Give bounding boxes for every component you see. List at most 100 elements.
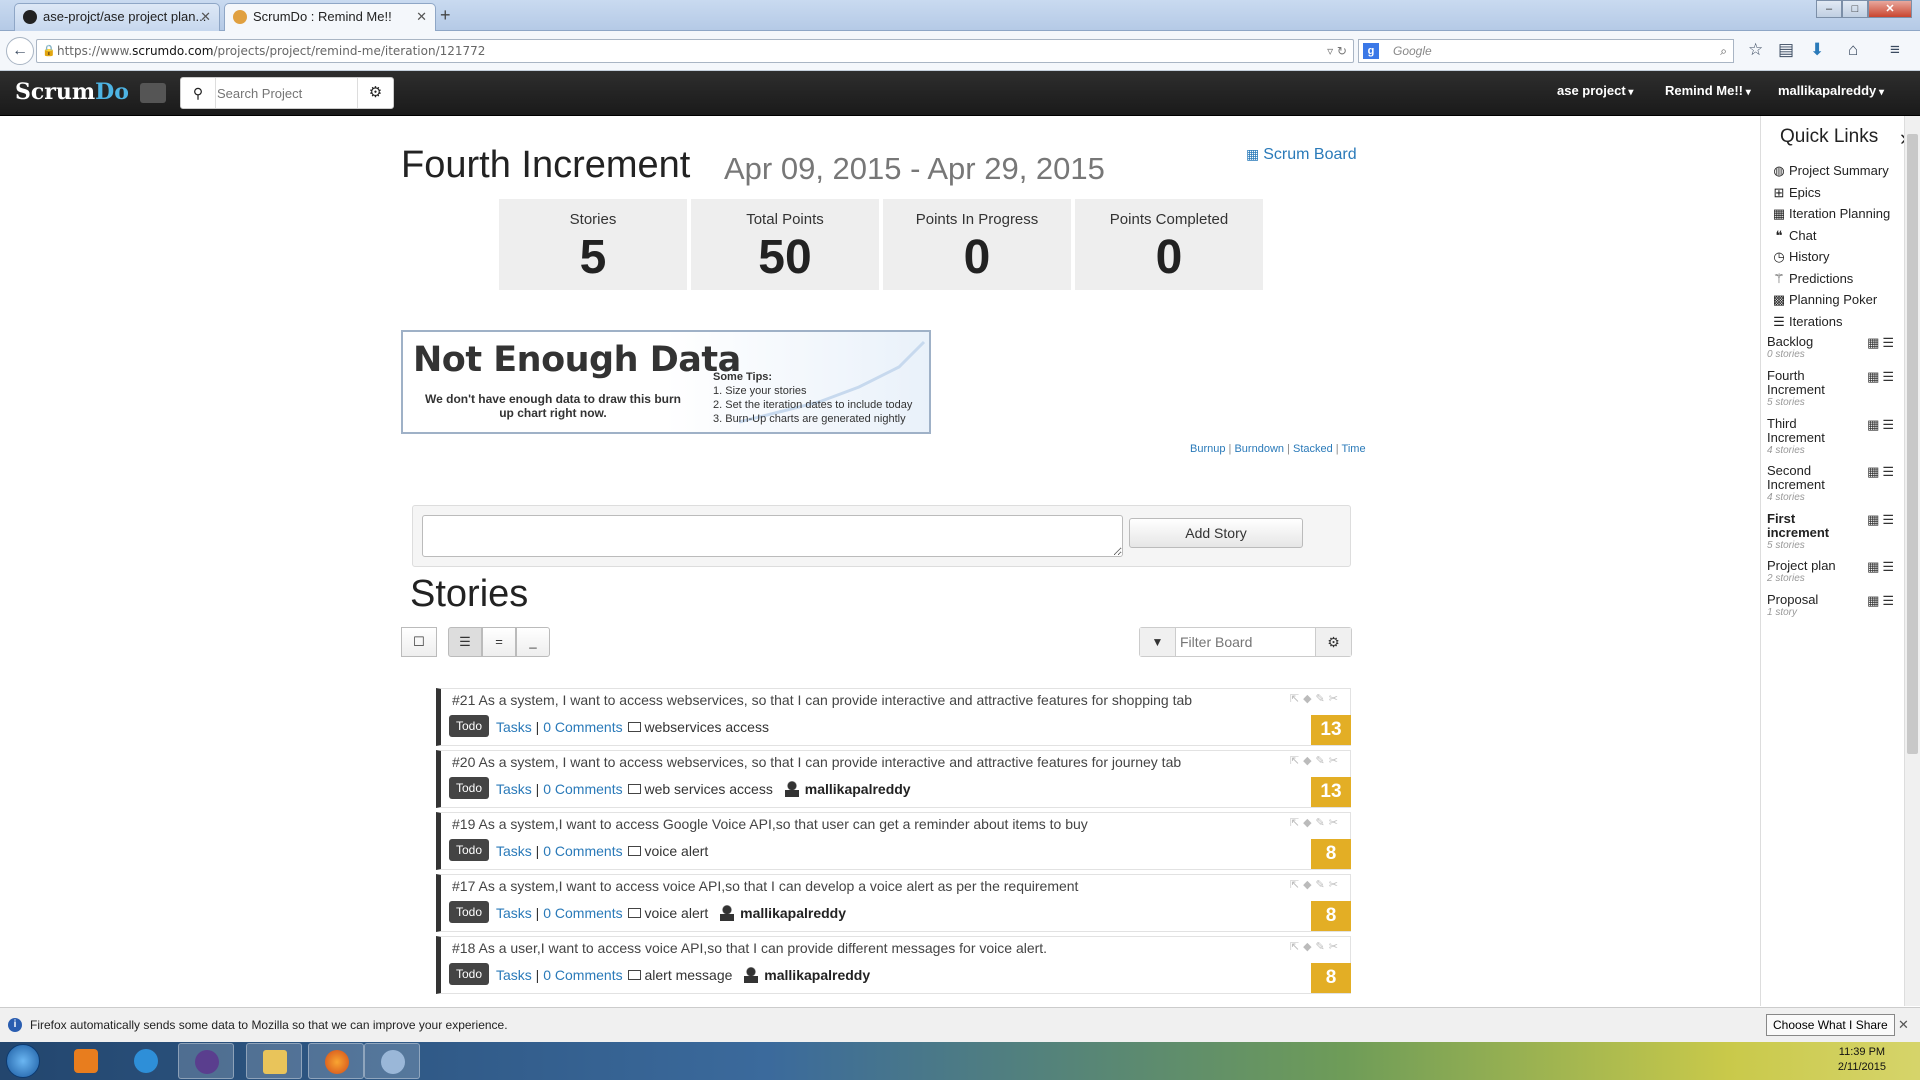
home-icon[interactable]: ⌂ bbox=[1848, 40, 1858, 60]
scrumdo-logo[interactable]: ScrumDo bbox=[15, 79, 129, 105]
stacked-link[interactable]: Stacked bbox=[1293, 443, 1333, 455]
quick-link-iterations[interactable]: ☰ Iterations bbox=[1771, 314, 1842, 330]
chat-icon[interactable] bbox=[140, 83, 166, 103]
story-summary[interactable]: #21 As a system, I want to access webser… bbox=[452, 692, 1192, 708]
quick-link-planning-poker[interactable]: ▩ Planning Poker bbox=[1771, 292, 1877, 308]
choose-what-i-share-button[interactable]: Choose What I Share bbox=[1766, 1014, 1895, 1036]
web-search-box[interactable]: g Google ⌕ bbox=[1358, 39, 1734, 63]
board-list-icons[interactable]: ▦☰ bbox=[1867, 369, 1897, 385]
iteration-name[interactable]: Project plan bbox=[1767, 559, 1857, 573]
back-button[interactable]: ← bbox=[6, 37, 34, 65]
iteration-item-third-increment[interactable]: Third Increment 4 stories ▦☰ bbox=[1767, 417, 1901, 457]
add-story-button[interactable]: Add Story bbox=[1129, 518, 1303, 548]
new-tab-button[interactable]: + bbox=[440, 5, 451, 26]
iteration-item-first-increment[interactable]: First increment 5 stories ▦☰ bbox=[1767, 512, 1901, 552]
minimize-icon[interactable]: – bbox=[1816, 0, 1842, 18]
taskbar-clock[interactable]: 11:39 PM 2/11/2015 bbox=[1838, 1045, 1886, 1075]
project-menu[interactable]: ase project bbox=[1557, 83, 1633, 98]
iteration-name[interactable]: Proposal bbox=[1767, 593, 1857, 607]
tasks-link[interactable]: Tasks bbox=[496, 781, 532, 797]
user-menu[interactable]: mallikapalreddy bbox=[1778, 83, 1884, 98]
status-badge[interactable]: Todo bbox=[449, 839, 490, 861]
maximize-icon[interactable]: □ bbox=[1842, 0, 1868, 18]
story-action-icons[interactable]: ⇱◆✎✂ bbox=[1290, 692, 1342, 705]
story-summary[interactable]: #20 As a system, I want to access webser… bbox=[452, 754, 1181, 770]
story-action-icons[interactable]: ⇱◆✎✂ bbox=[1290, 754, 1342, 767]
board-list-icons[interactable]: ▦☰ bbox=[1867, 559, 1897, 575]
status-badge[interactable]: Todo bbox=[449, 777, 490, 799]
project-search-input[interactable] bbox=[217, 81, 351, 105]
quick-link-iteration-planning[interactable]: ▦ Iteration Planning bbox=[1771, 206, 1890, 222]
story-card[interactable]: #17 As a system,I want to access voice A… bbox=[436, 874, 1351, 932]
comments-link[interactable]: 0 Comments bbox=[543, 719, 622, 735]
search-icon[interactable]: ⚲ bbox=[181, 78, 216, 108]
iteration-menu[interactable]: Remind Me!! bbox=[1665, 83, 1751, 98]
list-view-button[interactable]: _ bbox=[516, 627, 550, 657]
status-badge[interactable]: Todo bbox=[449, 715, 490, 737]
tasks-link[interactable]: Tasks bbox=[496, 843, 532, 859]
menu-icon[interactable]: ≡ bbox=[1890, 40, 1900, 60]
taskbar-media-player[interactable] bbox=[58, 1043, 114, 1079]
taskbar-internet-explorer[interactable] bbox=[118, 1043, 174, 1079]
tasks-link[interactable]: Tasks bbox=[496, 967, 532, 983]
story-input[interactable] bbox=[422, 515, 1123, 557]
iteration-item-backlog[interactable]: Backlog 0 stories ▦☰ bbox=[1767, 335, 1901, 361]
taskbar-explorer[interactable] bbox=[246, 1043, 302, 1079]
compact-view-button[interactable]: = bbox=[482, 627, 516, 657]
status-badge[interactable]: Todo bbox=[449, 963, 490, 985]
search-icon[interactable]: ⌕ bbox=[1720, 40, 1727, 62]
iteration-name[interactable]: Second Increment bbox=[1767, 464, 1857, 492]
board-list-icons[interactable]: ▦☰ bbox=[1867, 335, 1897, 351]
board-list-icons[interactable]: ▦☰ bbox=[1867, 464, 1897, 480]
board-list-icons[interactable]: ▦☰ bbox=[1867, 512, 1897, 528]
quick-link-history[interactable]: ◷ History bbox=[1771, 249, 1829, 265]
browser-tab-github[interactable]: ase-projct/ase project plan... ✕ bbox=[14, 3, 220, 31]
tasks-link[interactable]: Tasks bbox=[496, 719, 532, 735]
quick-link-project-summary[interactable]: ◍ Project Summary bbox=[1771, 163, 1888, 179]
story-summary[interactable]: #19 As a system,I want to access Google … bbox=[452, 816, 1088, 832]
story-summary[interactable]: #18 As a user,I want to access voice API… bbox=[452, 940, 1047, 956]
quick-link-epics[interactable]: ⊞ Epics bbox=[1771, 185, 1821, 201]
select-all-checkbox[interactable]: ☐ bbox=[401, 627, 437, 657]
close-tab-icon[interactable]: ✕ bbox=[200, 4, 211, 30]
comments-link[interactable]: 0 Comments bbox=[543, 781, 622, 797]
burnup-link[interactable]: Burnup bbox=[1190, 443, 1225, 455]
iteration-item-project-plan[interactable]: Project plan 2 stories ▦☰ bbox=[1767, 559, 1901, 585]
iteration-name[interactable]: First increment bbox=[1767, 512, 1857, 540]
story-card[interactable]: #20 As a system, I want to access webser… bbox=[436, 750, 1351, 808]
burndown-link[interactable]: Burndown bbox=[1234, 443, 1284, 455]
bookmark-star-icon[interactable]: ☆ bbox=[1748, 40, 1763, 60]
quick-link-predictions[interactable]: ⚚ Predictions bbox=[1771, 271, 1853, 287]
filter-board-input[interactable] bbox=[1180, 632, 1310, 652]
detail-view-button[interactable]: ☰ bbox=[448, 627, 482, 657]
gear-icon[interactable]: ⚙ bbox=[1315, 628, 1351, 656]
quick-link-chat[interactable]: ❝ Chat bbox=[1771, 228, 1817, 244]
story-action-icons[interactable]: ⇱◆✎✂ bbox=[1290, 878, 1342, 891]
board-list-icons[interactable]: ▦☰ bbox=[1867, 593, 1897, 609]
iteration-name[interactable]: Backlog bbox=[1767, 335, 1857, 349]
gear-icon[interactable]: ⚙ bbox=[357, 78, 393, 108]
close-icon[interactable]: ✕ bbox=[1898, 1017, 1909, 1033]
taskbar-github[interactable] bbox=[178, 1043, 234, 1079]
board-list-icons[interactable]: ▦☰ bbox=[1867, 417, 1897, 433]
iteration-name[interactable]: Fourth Increment bbox=[1767, 369, 1857, 397]
taskbar-firefox[interactable] bbox=[308, 1043, 364, 1079]
comments-link[interactable]: 0 Comments bbox=[543, 905, 622, 921]
story-action-icons[interactable]: ⇱◆✎✂ bbox=[1290, 940, 1342, 953]
filter-icon[interactable]: ▼ bbox=[1140, 628, 1176, 656]
iteration-item-proposal[interactable]: Proposal 1 story ▦☰ bbox=[1767, 593, 1901, 619]
browser-tab-scrumdo[interactable]: ScrumDo : Remind Me!! ✕ bbox=[224, 3, 436, 31]
iteration-item-fourth-increment[interactable]: Fourth Increment 5 stories ▦☰ bbox=[1767, 369, 1901, 409]
story-summary[interactable]: #17 As a system,I want to access voice A… bbox=[452, 878, 1078, 894]
time-link[interactable]: Time bbox=[1342, 443, 1366, 455]
page-scrollbar[interactable] bbox=[1904, 116, 1920, 1006]
tasks-link[interactable]: Tasks bbox=[496, 905, 532, 921]
comments-link[interactable]: 0 Comments bbox=[543, 967, 622, 983]
status-badge[interactable]: Todo bbox=[449, 901, 490, 923]
story-card[interactable]: #21 As a system, I want to access webser… bbox=[436, 688, 1351, 746]
url-bar[interactable]: 🔒 https://www.scrumdo.com/projects/proje… bbox=[36, 39, 1354, 63]
scrollbar-thumb[interactable] bbox=[1907, 134, 1918, 754]
reload-icon[interactable]: ▿ ↻ bbox=[1327, 40, 1347, 62]
story-card[interactable]: #19 As a system,I want to access Google … bbox=[436, 812, 1351, 870]
iteration-item-second-increment[interactable]: Second Increment 4 stories ▦☰ bbox=[1767, 464, 1901, 504]
